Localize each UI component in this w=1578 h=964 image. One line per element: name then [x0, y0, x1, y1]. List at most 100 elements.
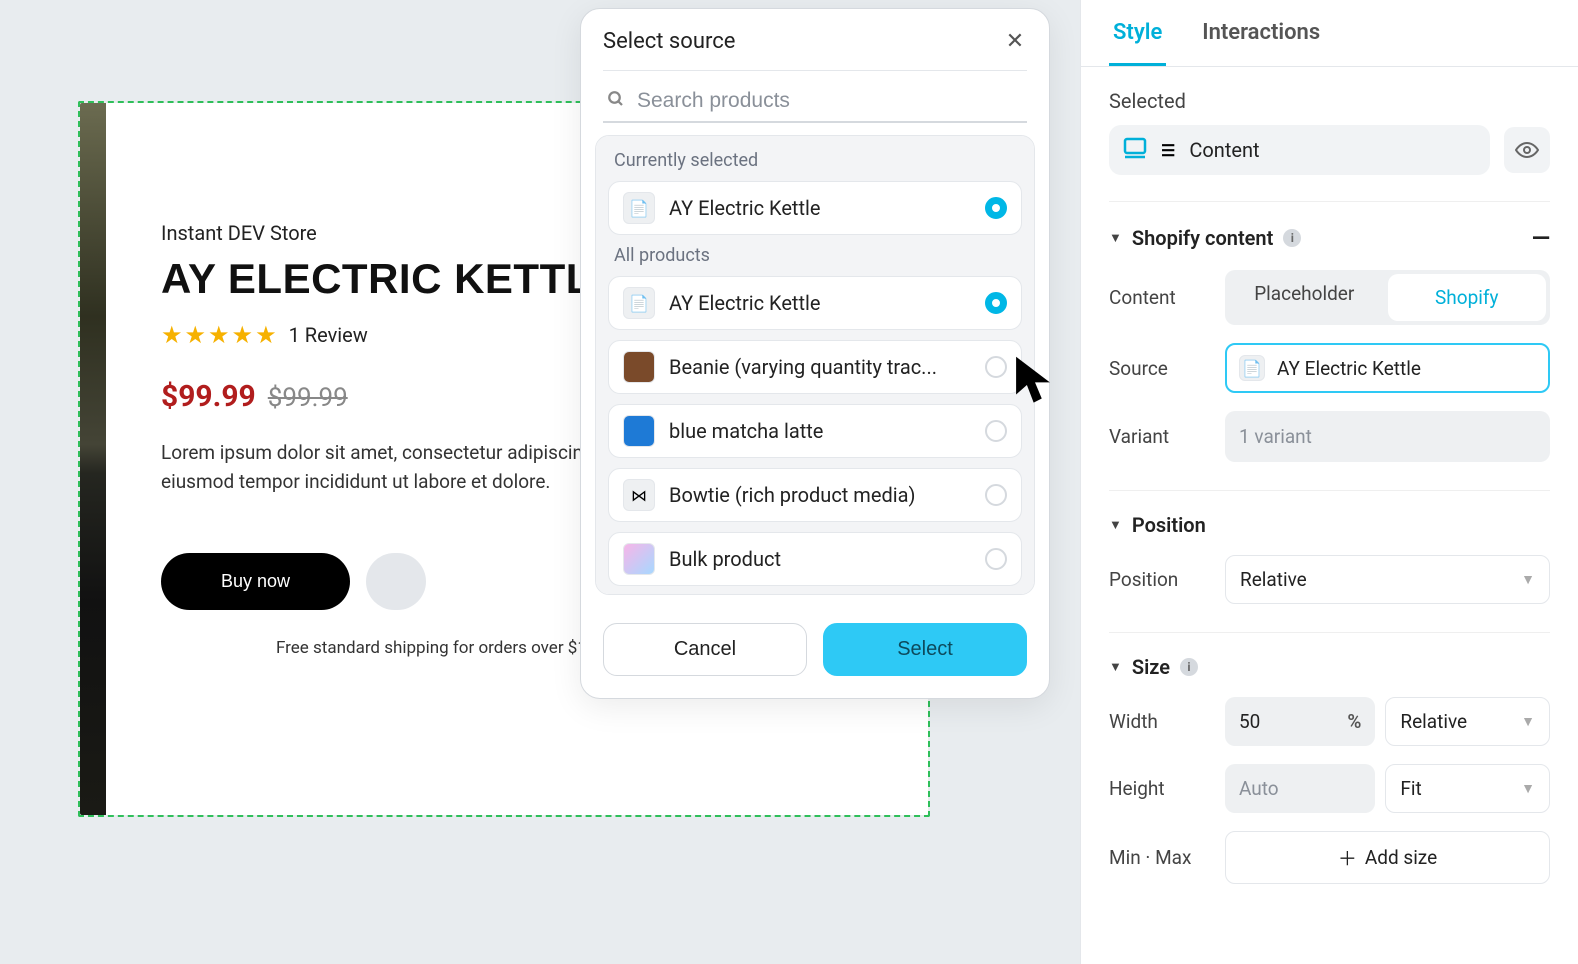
search-icon [607, 90, 625, 113]
sale-price: $99.99 [161, 379, 256, 414]
tab-style[interactable]: Style [1109, 0, 1166, 66]
product-thumb-icon: ⋈ [623, 479, 655, 511]
variant-label: Variant [1109, 425, 1209, 448]
segment-shopify[interactable]: Shopify [1388, 274, 1547, 321]
device-icon [1123, 137, 1147, 163]
width-value: 50 [1239, 710, 1260, 733]
position-label: Position [1109, 568, 1209, 591]
cancel-button[interactable]: Cancel [603, 623, 807, 676]
radio-icon[interactable] [985, 420, 1007, 442]
width-mode-select[interactable]: Relative ▼ [1385, 697, 1550, 746]
product-thumb-icon: 📄 [1239, 355, 1265, 381]
product-image [80, 103, 106, 815]
compare-price: $99.99 [268, 383, 348, 413]
height-placeholder: Auto [1239, 777, 1279, 800]
tab-interactions[interactable]: Interactions [1198, 0, 1324, 66]
collapse-icon[interactable]: — [1532, 224, 1550, 252]
radio-icon[interactable] [985, 484, 1007, 506]
width-label: Width [1109, 710, 1209, 733]
secondary-button[interactable] [366, 553, 426, 610]
position-select[interactable]: Relative ▼ [1225, 555, 1550, 604]
content-label: Content [1109, 286, 1209, 309]
inspector-panel: Style Interactions Selected ☰ Content ▼ … [1080, 0, 1578, 964]
product-thumb-icon: 📄 [623, 192, 655, 224]
radio-icon[interactable] [985, 356, 1007, 378]
search-input[interactable] [637, 89, 1023, 113]
close-icon[interactable]: ✕ [1003, 30, 1027, 54]
section-header[interactable]: ▼ Position [1109, 513, 1550, 537]
variant-field[interactable]: 1 variant [1225, 411, 1550, 462]
radio-selected-icon[interactable] [985, 197, 1007, 219]
plus-icon: ＋ [1338, 844, 1357, 871]
product-thumb-icon [623, 415, 655, 447]
select-source-modal: Select source ✕ Currently selected 📄 AY … [580, 8, 1050, 699]
height-input[interactable]: Auto [1225, 764, 1375, 813]
product-thumb-icon: 📄 [623, 287, 655, 319]
section-header[interactable]: ▼ Shopify content i — [1109, 224, 1550, 252]
selected-element-pill[interactable]: ☰ Content [1109, 125, 1490, 175]
all-products-label: All products [614, 245, 1016, 266]
product-thumb-icon [623, 351, 655, 383]
product-item[interactable]: Bulk product [608, 532, 1022, 586]
radio-icon[interactable] [985, 548, 1007, 570]
section-title: Position [1132, 513, 1206, 537]
chevron-down-icon: ▼ [1521, 780, 1535, 797]
add-size-button[interactable]: ＋ Add size [1225, 831, 1550, 884]
source-value: AY Electric Kettle [1277, 357, 1421, 380]
radio-icon[interactable] [985, 292, 1007, 314]
chevron-down-icon: ▼ [1521, 571, 1535, 588]
caret-down-icon: ▼ [1109, 230, 1122, 246]
product-item-name: AY Electric Kettle [669, 291, 971, 315]
product-item[interactable]: blue matcha latte [608, 404, 1022, 458]
product-item-name: blue matcha latte [669, 419, 971, 443]
product-item[interactable]: ⋈ Bowtie (rich product media) [608, 468, 1022, 522]
product-thumb-icon [623, 543, 655, 575]
selected-element-name: Content [1189, 138, 1259, 162]
product-item[interactable]: 📄 AY Electric Kettle [608, 276, 1022, 330]
review-count: 1 Review [289, 323, 368, 347]
product-item-name: Beanie (varying quantity trac... [669, 355, 971, 379]
source-label: Source [1109, 357, 1209, 380]
divider [603, 70, 1027, 71]
position-value: Relative [1240, 568, 1307, 591]
width-unit: % [1347, 710, 1361, 733]
section-title: Shopify content [1132, 226, 1273, 250]
shopify-content-section: ▼ Shopify content i — Content Placeholde… [1109, 201, 1550, 490]
visibility-toggle-button[interactable] [1504, 127, 1550, 173]
eye-icon [1515, 138, 1539, 162]
info-icon[interactable]: i [1180, 658, 1198, 676]
section-title: Size [1132, 655, 1170, 679]
width-mode: Relative [1400, 710, 1467, 733]
content-segment: Placeholder Shopify [1225, 270, 1550, 325]
product-list[interactable]: Currently selected 📄 AY Electric Kettle … [595, 135, 1035, 595]
section-header[interactable]: ▼ Size i [1109, 655, 1550, 679]
buy-now-button[interactable]: Buy now [161, 553, 350, 610]
info-icon[interactable]: i [1283, 229, 1301, 247]
select-button[interactable]: Select [823, 623, 1027, 676]
content-glyph-icon: ☰ [1161, 141, 1175, 160]
height-mode: Fit [1400, 777, 1421, 800]
position-section: ▼ Position Position Relative ▼ [1109, 490, 1550, 632]
width-input[interactable]: 50 % [1225, 697, 1375, 746]
caret-down-icon: ▼ [1109, 659, 1122, 675]
product-item-name: Bulk product [669, 547, 971, 571]
product-item-name: AY Electric Kettle [669, 196, 971, 220]
modal-title: Select source [603, 29, 735, 54]
product-item[interactable]: Beanie (varying quantity trac... [608, 340, 1022, 394]
selected-label: Selected [1109, 89, 1550, 113]
source-field[interactable]: 📄 AY Electric Kettle [1225, 343, 1550, 393]
product-item-current[interactable]: 📄 AY Electric Kettle [608, 181, 1022, 235]
panel-tabs: Style Interactions [1081, 0, 1578, 67]
size-section: ▼ Size i Width 50 % Relative ▼ [1109, 632, 1550, 912]
segment-placeholder[interactable]: Placeholder [1225, 270, 1384, 325]
chevron-down-icon: ▼ [1521, 713, 1535, 730]
height-label: Height [1109, 777, 1209, 800]
search-field[interactable] [603, 81, 1027, 123]
stars-icon: ★★★★★ [161, 321, 277, 349]
add-size-label: Add size [1365, 846, 1437, 869]
product-item-name: Bowtie (rich product media) [669, 483, 971, 507]
height-mode-select[interactable]: Fit ▼ [1385, 764, 1550, 813]
minmax-label: Min · Max [1109, 846, 1209, 869]
caret-down-icon: ▼ [1109, 517, 1122, 533]
currently-selected-label: Currently selected [614, 150, 1016, 171]
